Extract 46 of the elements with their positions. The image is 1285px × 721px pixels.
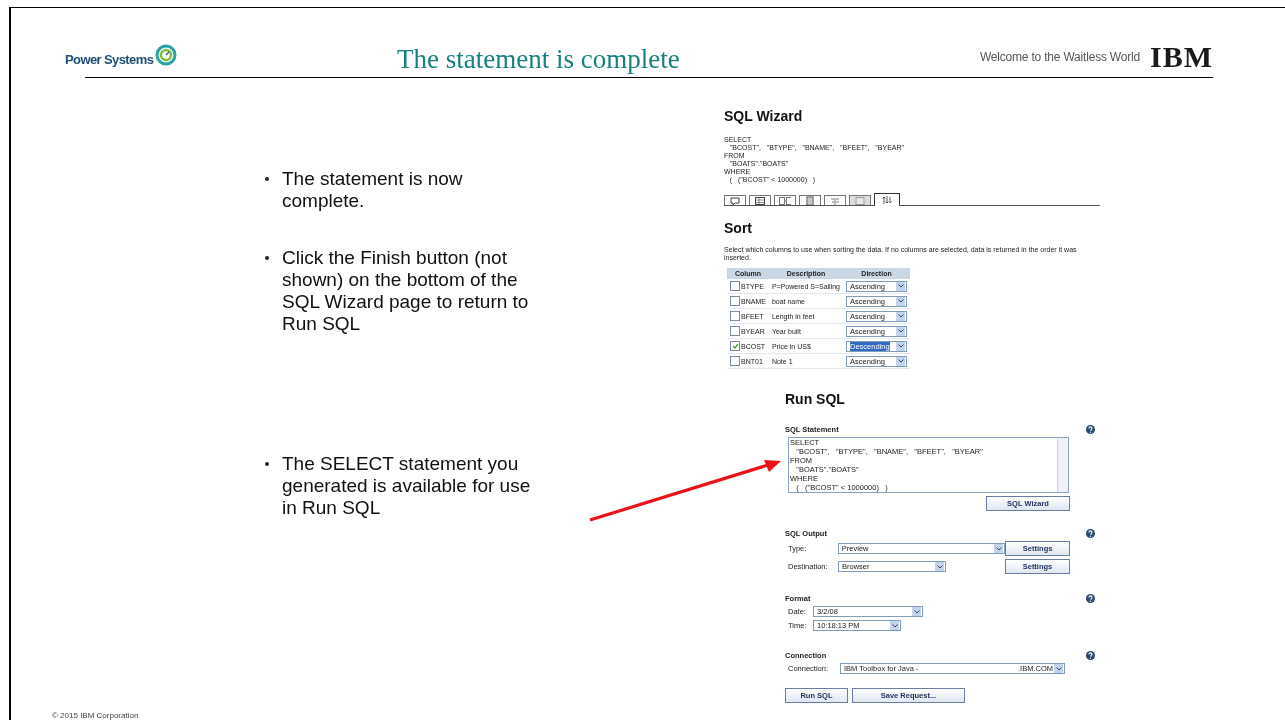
- section-heading: Sort: [724, 220, 753, 236]
- caret-icon: [897, 299, 904, 303]
- sort-arrows-icon: [881, 195, 893, 205]
- swirl-logo-icon: [155, 44, 178, 66]
- caret-icon: [913, 609, 920, 614]
- caret-icon: [897, 359, 904, 363]
- checkbox[interactable]: [730, 311, 740, 321]
- caret-icon: [891, 623, 898, 628]
- bullet-text: The SELECT statement you generated is available for use in Run SQL: [282, 453, 532, 519]
- caret-icon: [1055, 666, 1062, 671]
- speech-bubble-icon: [729, 195, 741, 206]
- wizard-tab[interactable]: [874, 193, 900, 206]
- checkbox[interactable]: [730, 341, 740, 351]
- document-icon: [804, 195, 816, 206]
- checkbox[interactable]: [730, 356, 740, 366]
- two-grids-icon: [779, 195, 791, 206]
- checkbox[interactable]: [730, 326, 740, 336]
- scrollbar[interactable]: [1057, 438, 1068, 492]
- caret-icon: [897, 314, 904, 318]
- bullet-icon: [265, 177, 269, 181]
- checkbox[interactable]: [730, 296, 740, 306]
- checkbox[interactable]: [730, 281, 740, 291]
- help-icon: [1086, 594, 1095, 603]
- caret-icon: [897, 284, 904, 288]
- wizard-tab[interactable]: [749, 195, 771, 205]
- caret-icon: [897, 329, 904, 333]
- caret-icon: [936, 564, 943, 569]
- bullet-icon: [265, 462, 269, 466]
- bullet-icon: [265, 256, 269, 260]
- check-icon: [731, 343, 739, 349]
- help-icon: [1086, 651, 1095, 660]
- brand-name: Power Systems: [65, 51, 154, 67]
- tagline: Welcome to the Waitless World: [979, 50, 1140, 64]
- help-icon: [1086, 425, 1095, 434]
- caret-icon: [897, 344, 904, 348]
- bullet-text: The statement is now complete.: [282, 168, 464, 212]
- help-icon: [1086, 529, 1095, 538]
- striped-logo: IBM: [1150, 44, 1213, 70]
- page-heading: Run SQL: [785, 391, 846, 407]
- bullet-text: Click the Finish button (not shown) on the bottom of the SQL Wizard page to return to Run SQL: [282, 247, 530, 335]
- square-icon: [854, 195, 866, 206]
- slide-title: The statement is complete: [397, 43, 680, 75]
- page-heading: SQL Wizard: [724, 108, 804, 124]
- grid-icon: [754, 195, 766, 206]
- caret-icon: [995, 546, 1002, 551]
- copyright-text: © 2015 IBM Corporation: [52, 711, 140, 720]
